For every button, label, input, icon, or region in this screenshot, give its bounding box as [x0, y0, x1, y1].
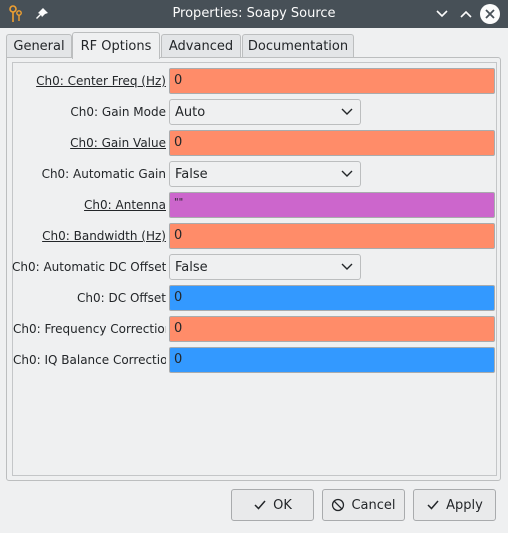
auto-dc-offset-value: False — [175, 260, 208, 275]
apply-button[interactable]: Apply — [413, 489, 496, 521]
close-icon — [485, 9, 495, 19]
check-icon — [254, 500, 266, 510]
auto-dc-offset-label: Ch0: Automatic DC Offset M — [12, 260, 166, 274]
tab-advanced[interactable]: Advanced — [161, 34, 241, 58]
bandwidth-field[interactable]: 0 — [169, 223, 495, 249]
freq-correction-label: Ch0: Frequency Correction — [13, 322, 166, 336]
cancel-icon — [332, 498, 345, 512]
chevron-down-icon — [436, 10, 448, 18]
maximize-button[interactable] — [456, 4, 476, 24]
freq-correction-field[interactable]: 0 — [169, 316, 495, 342]
gain-value-label: Ch0: Gain Value — [70, 136, 166, 150]
title-bar: Properties: Soapy Source — [0, 0, 508, 28]
center-freq-field[interactable]: 0 — [169, 68, 495, 94]
tab-rf-options[interactable]: RF Options — [72, 32, 160, 59]
dc-offset-label: Ch0: DC Offset — [77, 291, 166, 305]
tab-general[interactable]: General — [6, 34, 72, 58]
antenna-label: Ch0: Antenna — [84, 198, 166, 212]
dc-offset-field[interactable]: 0 — [169, 285, 495, 311]
gain-mode-label: Ch0: Gain Mode — [70, 105, 166, 119]
tab-documentation[interactable]: Documentation — [242, 34, 354, 58]
properties-form: Ch0: Center Freq (Hz) 0 Ch0: Gain Mode A… — [12, 62, 497, 476]
antenna-field[interactable]: "" — [169, 192, 495, 218]
minimize-button[interactable] — [432, 4, 452, 24]
iq-balance-field[interactable]: 0 — [169, 347, 495, 373]
iq-balance-label: Ch0: IQ Balance Correction — [13, 353, 166, 367]
center-freq-label: Ch0: Center Freq (Hz) — [36, 74, 166, 88]
close-button[interactable] — [480, 4, 500, 24]
rf-options-panel: Ch0: Center Freq (Hz) 0 Ch0: Gain Mode A… — [6, 57, 501, 481]
chevron-up-icon — [460, 10, 472, 18]
gain-mode-select[interactable]: Auto — [169, 99, 361, 125]
cancel-button[interactable]: Cancel — [322, 489, 405, 521]
auto-gain-select[interactable]: False — [169, 161, 361, 187]
auto-dc-offset-select[interactable]: False — [169, 254, 361, 280]
auto-gain-label: Ch0: Automatic Gain — [41, 167, 166, 181]
bandwidth-label: Ch0: Bandwidth (Hz) — [42, 229, 166, 243]
chevron-down-icon — [341, 170, 353, 177]
check-icon — [427, 500, 439, 510]
chevron-down-icon — [341, 263, 353, 270]
auto-gain-value: False — [175, 167, 208, 182]
gain-value-field[interactable]: 0 — [169, 130, 495, 156]
ok-button[interactable]: OK — [231, 489, 314, 521]
chevron-down-icon — [341, 108, 353, 115]
gain-mode-value: Auto — [175, 105, 206, 120]
